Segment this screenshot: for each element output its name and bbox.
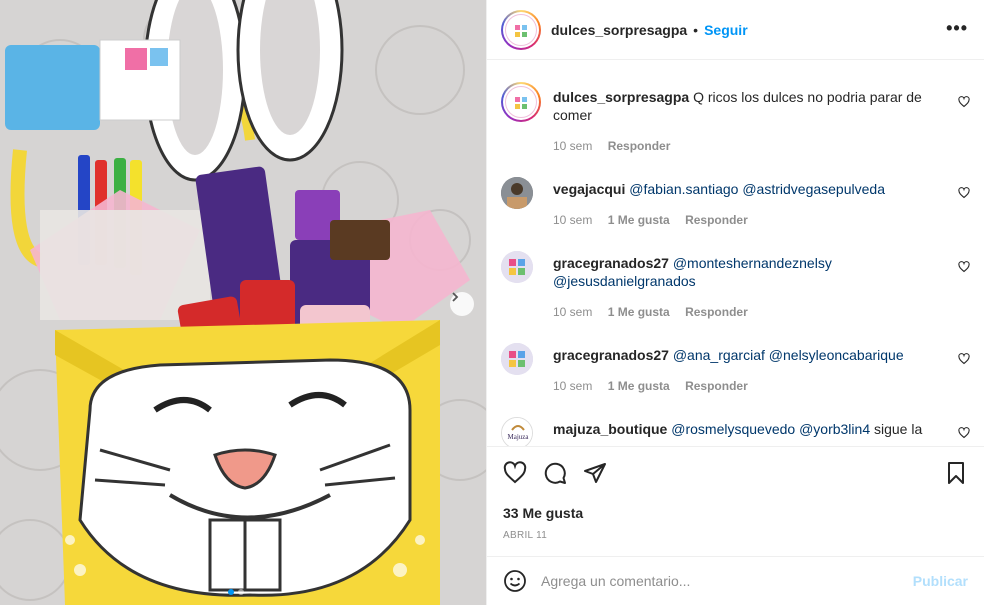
carousel-indicator [228,589,244,595]
comment-likes[interactable]: 1 Me gusta [608,305,670,319]
share-icon[interactable] [583,461,607,485]
reply-button[interactable]: Responder [608,139,671,153]
comment-meta: 10 sem 1 Me gusta Responder [553,213,760,227]
comments-list[interactable]: dulces_sorpresagpa Q ricos los dulces no… [487,61,984,446]
comment-meta: 10 sem 1 Me gusta Responder [553,305,760,319]
comment-like-icon[interactable] [958,427,970,439]
emoji-icon[interactable] [503,569,527,593]
comment-item: vegajacqui @fabian.santiago @astridvegas… [501,177,970,237]
comment-username[interactable]: majuza_boutique [553,421,667,437]
commenter-avatar[interactable]: Majuza [501,417,533,446]
commenter-avatar[interactable] [501,251,533,283]
mention-link[interactable]: @rosmelysquevedo [671,421,795,437]
author-avatar[interactable] [501,9,541,50]
reply-button[interactable]: Responder [685,379,748,393]
comment-text: gracegranados27 @monteshernandeznelsy @j… [553,254,940,290]
comment-text: majuza_boutique @rosmelysquevedo @yorb3l… [553,420,940,438]
easter-bunny-candy-bag-photo [0,0,486,605]
separator-dot: • [693,21,699,38]
mention-link[interactable]: @fabian.santiago [629,181,738,197]
post-header: dulces_sorpresagpa • Seguir ••• [487,0,984,60]
more-options-icon[interactable]: ••• [946,18,968,39]
comment-text: vegajacqui @fabian.santiago @astridvegas… [553,180,940,198]
comment-username[interactable]: vegajacqui [553,181,625,197]
majuza-logo-icon: Majuza [502,418,532,446]
person-photo-icon [501,177,533,209]
comment-username[interactable]: gracegranados27 [553,347,669,363]
comment-time[interactable]: 10 sem [553,213,592,227]
likes-count[interactable]: 33 Me gusta [503,505,583,521]
post-actions: 33 Me gusta ABRIL 11 [487,446,984,556]
mention-link[interactable]: @monteshernandeznelsy [673,255,832,271]
comment-time[interactable]: 10 sem [553,305,592,319]
mention-link[interactable]: @ana_rgarciaf [673,347,765,363]
post-date[interactable]: ABRIL 11 [503,530,547,541]
comment-text: gracegranados27 @ana_rgarciaf @nelsyleon… [553,346,940,364]
follow-button[interactable]: Seguir [704,22,748,38]
heart-icon[interactable] [503,461,527,485]
comment-meta: 10 sem 1 Me gusta Responder [553,379,760,393]
comment-likes[interactable]: 1 Me gusta [608,213,670,227]
avatar-image-icon [501,343,533,375]
comment-likes[interactable]: 1 Me gusta [608,379,670,393]
mention-link[interactable]: @nelsyleoncabarique [769,347,904,363]
comment-meta: 10 sem Responder [553,139,682,153]
comment-like-icon[interactable] [958,353,970,365]
comment-username[interactable]: gracegranados27 [553,255,669,271]
commenter-avatar[interactable] [501,177,533,209]
comment-content: sigue la [874,421,923,437]
comment-item: gracegranados27 @ana_rgarciaf @nelsyleon… [501,343,970,403]
carousel-dot [238,589,244,595]
bookmark-icon[interactable] [944,461,968,485]
comment-time[interactable]: 10 sem [553,379,592,393]
mention-link[interactable]: @astridvegasepulveda [742,181,885,197]
comment-like-icon[interactable] [958,261,970,273]
post-side-panel: dulces_sorpresagpa • Seguir ••• dulces_s… [486,0,984,605]
comment-time[interactable]: 10 sem [553,139,592,153]
reply-button[interactable]: Responder [685,213,748,227]
comment-icon[interactable] [543,461,567,485]
reply-button[interactable]: Responder [685,305,748,319]
commenter-avatar[interactable] [501,82,541,122]
add-comment-bar: Publicar [487,556,984,605]
comment-like-icon[interactable] [958,96,970,108]
next-slide-button[interactable] [450,292,474,316]
mention-link[interactable]: @yorb3lin4 [799,421,870,437]
carousel-dot-active [228,589,234,595]
publish-button[interactable]: Publicar [913,573,968,589]
comment-input[interactable] [541,573,913,589]
post-image[interactable] [0,0,486,605]
majuza-logo-text: Majuza [508,433,530,441]
chevron-right-icon [452,292,459,302]
author-username[interactable]: dulces_sorpresagpa [551,22,687,38]
comment-item: Majuza majuza_boutique @rosmelysquevedo … [501,417,970,446]
comment-item: gracegranados27 @monteshernandeznelsy @j… [501,251,970,331]
mention-link[interactable]: @jesusdanielgranados [553,273,696,289]
comment-item: dulces_sorpresagpa Q ricos los dulces no… [501,82,970,162]
avatar-image-icon [501,251,533,283]
comment-text: dulces_sorpresagpa Q ricos los dulces no… [553,88,940,124]
comment-like-icon[interactable] [958,187,970,199]
comment-username[interactable]: dulces_sorpresagpa [553,89,689,105]
commenter-avatar[interactable] [501,343,533,375]
